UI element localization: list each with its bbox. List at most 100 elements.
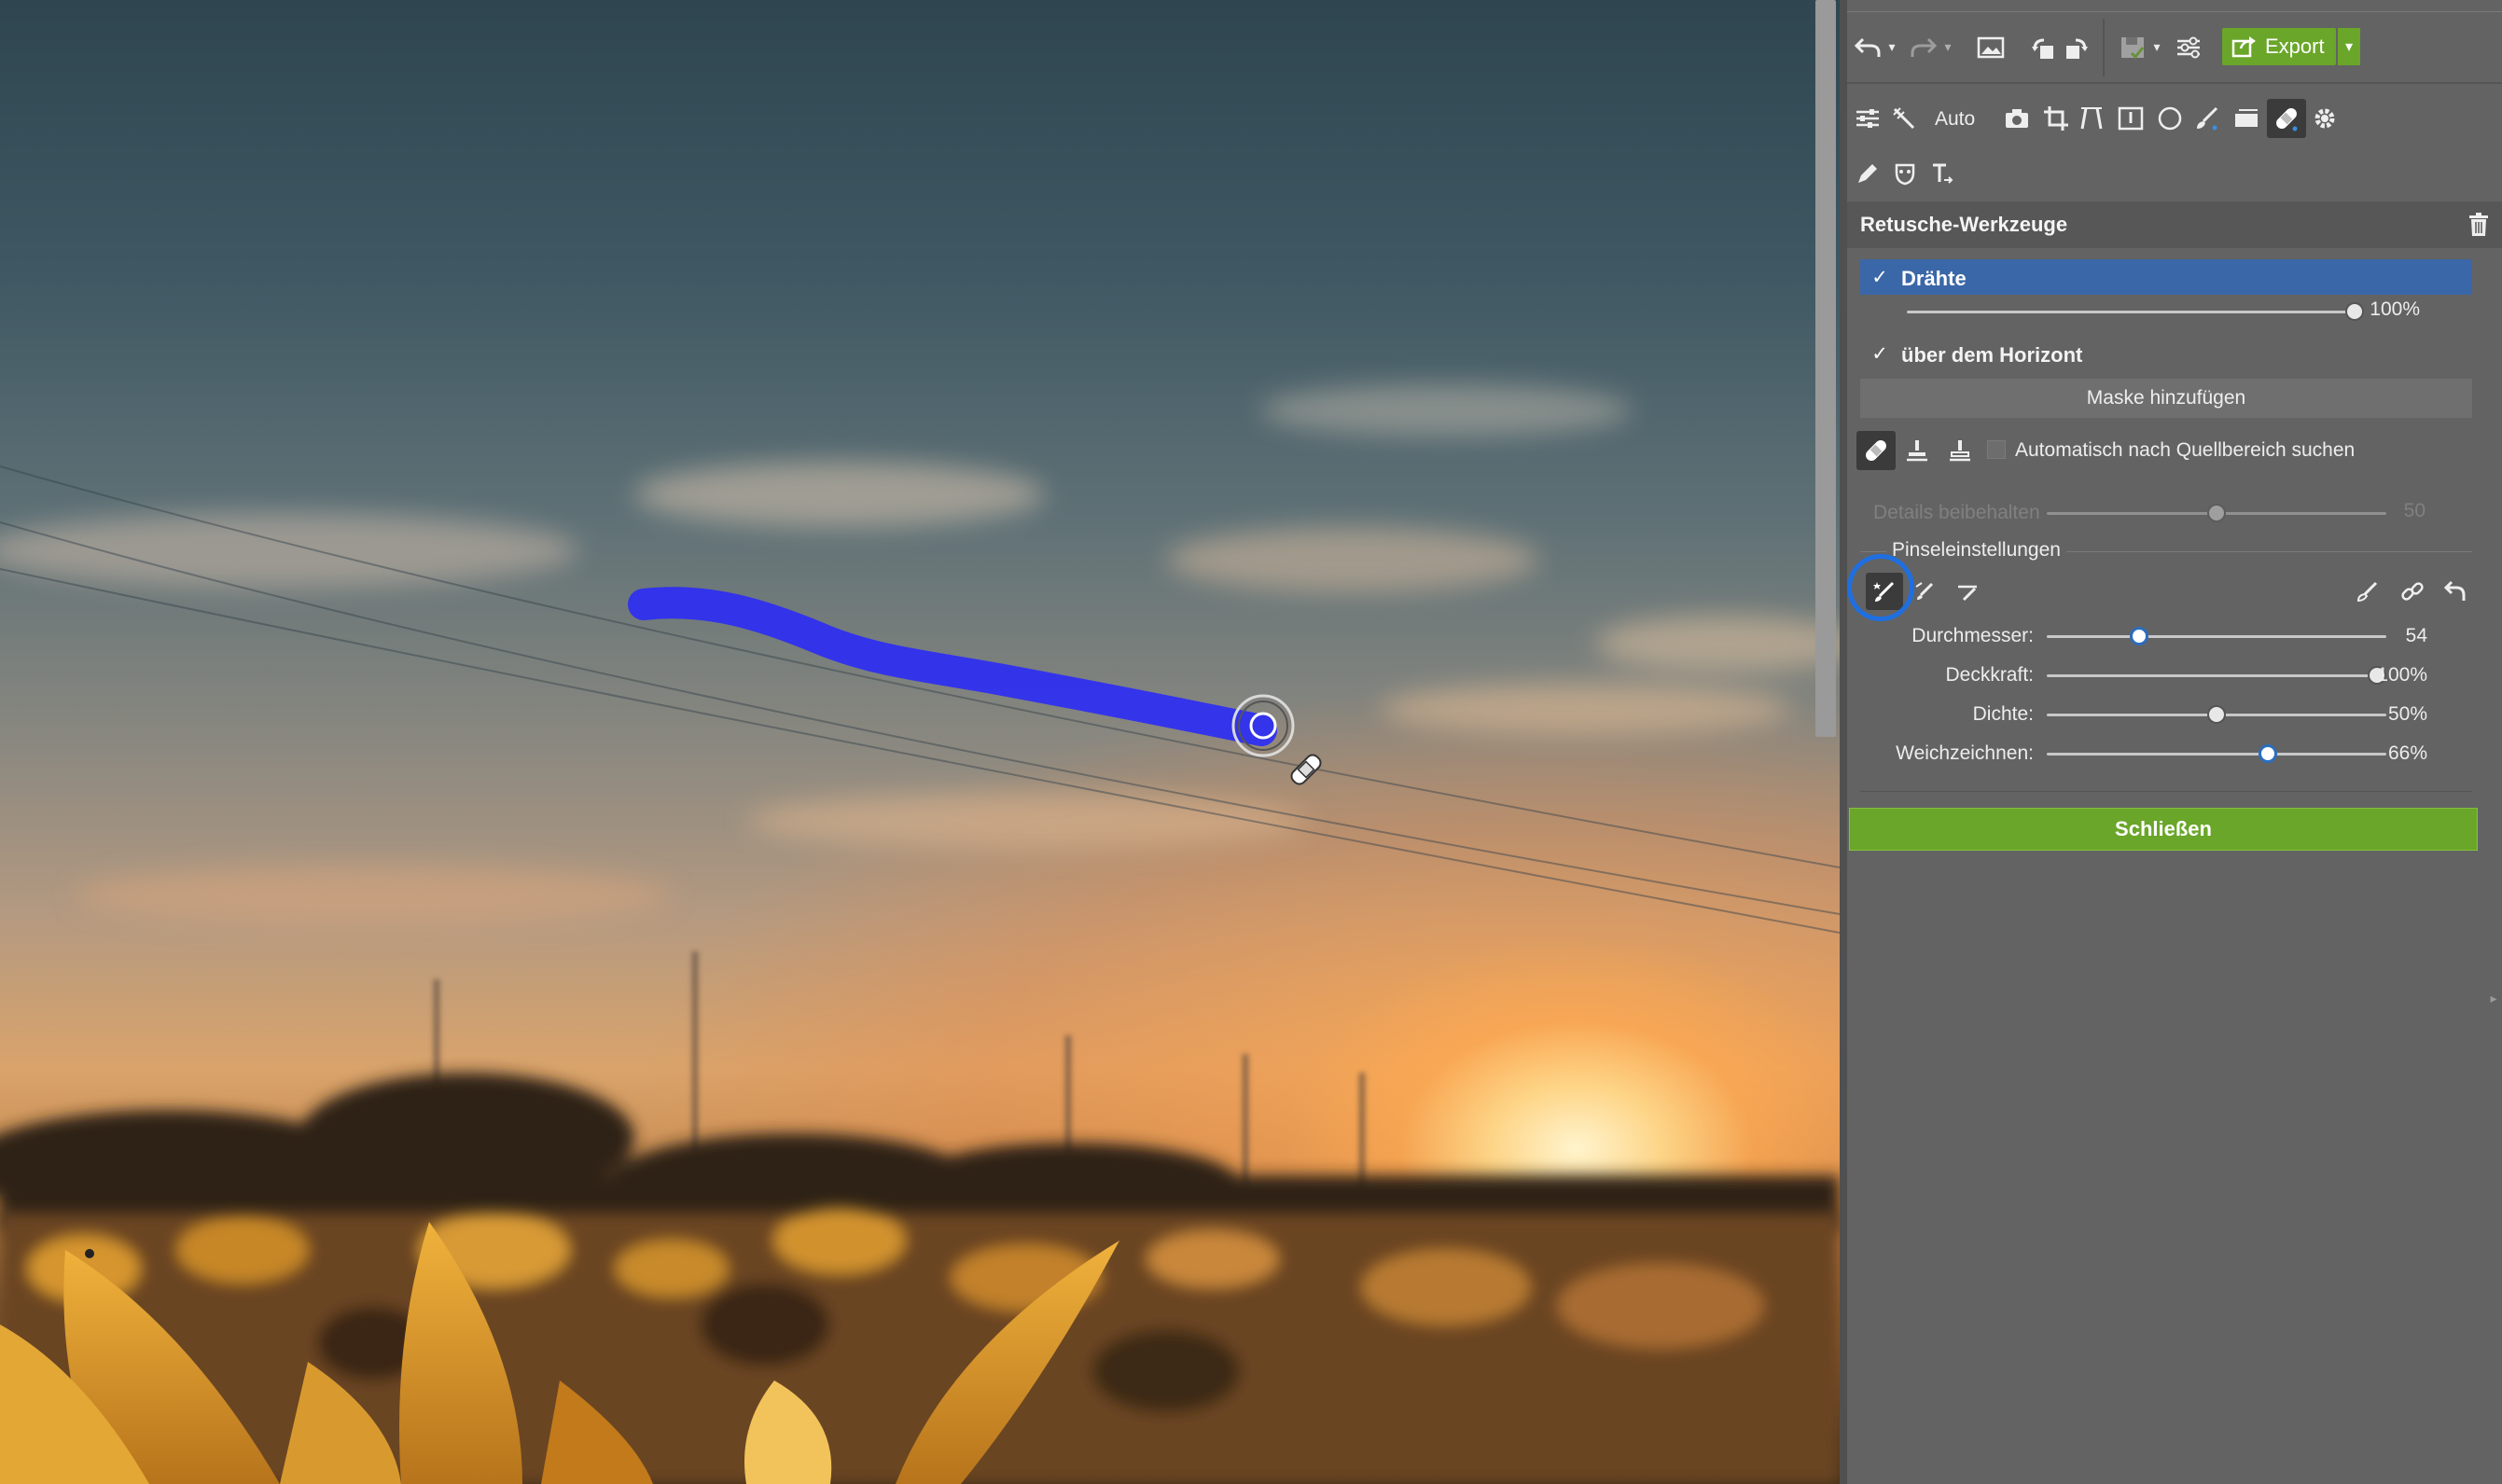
details-slider[interactable] bbox=[2047, 504, 2386, 522]
gear-icon[interactable] bbox=[2308, 103, 2342, 134]
density-slider[interactable] bbox=[2047, 705, 2386, 724]
perspective-icon[interactable] bbox=[2075, 103, 2108, 134]
slider-knob[interactable] bbox=[2207, 504, 2226, 522]
layer-name: Drähte bbox=[1901, 267, 1967, 290]
mask-checkbox[interactable]: ✓ bbox=[1870, 343, 1890, 365]
tools-row-2 bbox=[1847, 155, 2502, 192]
layer-opacity-slider[interactable] bbox=[1907, 302, 2364, 321]
retouch-panel: ▾ ▾ ▾ Export ▾ Auto Retusche-Werkzeuge ✓… bbox=[1847, 0, 2502, 1484]
undo-icon[interactable] bbox=[1849, 32, 1886, 63]
slider-track bbox=[1907, 311, 2364, 313]
magic-wand-icon[interactable] bbox=[1888, 103, 1920, 134]
export-button[interactable]: Export bbox=[2222, 28, 2336, 65]
slider-label: Durchmesser: bbox=[1911, 625, 2034, 646]
export-dropdown-button[interactable]: ▾ bbox=[2338, 28, 2360, 65]
rotate-right-icon[interactable] bbox=[2058, 32, 2095, 63]
layer-opacity-value: 100% bbox=[2370, 298, 2420, 320]
clone-source-icon[interactable] bbox=[1942, 433, 1978, 468]
layer-row-draehte[interactable]: ✓ Drähte bbox=[1860, 259, 2472, 295]
image-icon[interactable] bbox=[1972, 32, 2009, 63]
redo-icon[interactable] bbox=[1905, 32, 1942, 63]
brush-icon[interactable] bbox=[2190, 103, 2224, 134]
save-dropdown-icon[interactable]: ▾ bbox=[2149, 39, 2164, 54]
settings-sliders-icon[interactable] bbox=[2170, 32, 2207, 63]
slider-row-opacity: Deckkraft: 100% bbox=[1847, 662, 2502, 690]
auto-search-checkbox[interactable] bbox=[1987, 440, 2006, 459]
adjustments-icon[interactable] bbox=[1851, 103, 1884, 134]
brush-eraser-icon[interactable] bbox=[2351, 575, 2384, 608]
details-label: Details beibehalten bbox=[1873, 502, 2040, 523]
slider-track bbox=[2047, 674, 2386, 677]
tree-line bbox=[0, 1073, 1840, 1236]
highlight-ring bbox=[1847, 554, 1914, 621]
gradient-icon[interactable] bbox=[2230, 103, 2263, 134]
slider-knob[interactable] bbox=[2130, 627, 2149, 645]
slider-knob[interactable] bbox=[2345, 302, 2364, 321]
layer-checkbox[interactable]: ✓ bbox=[1870, 267, 1890, 288]
brush-mode-row bbox=[1847, 554, 2502, 621]
link-icon[interactable] bbox=[2396, 575, 2429, 608]
section-title: Retusche-Werkzeuge bbox=[1860, 213, 2068, 236]
clone-stamp-icon[interactable] bbox=[1899, 433, 1935, 468]
save-icon[interactable] bbox=[2114, 32, 2151, 63]
slider-track bbox=[2047, 635, 2386, 638]
frame-icon[interactable] bbox=[2114, 103, 2148, 134]
slider-track bbox=[2047, 753, 2386, 756]
rotate-left-icon[interactable] bbox=[2024, 32, 2062, 63]
mask-row[interactable]: ✓ über dem Horizont bbox=[1860, 338, 2472, 371]
add-mask-button[interactable]: Maske hinzufügen bbox=[1860, 379, 2472, 418]
tools-row: Auto bbox=[1847, 97, 2502, 140]
slider-knob[interactable] bbox=[2207, 705, 2226, 724]
top-rule bbox=[1847, 11, 2502, 12]
retouch-mode-row: Automatisch nach Quellbereich suchen bbox=[1847, 431, 2502, 470]
trash-icon[interactable] bbox=[2463, 209, 2495, 241]
pen-icon[interactable] bbox=[1851, 159, 1884, 188]
slider-label: Dichte: bbox=[1972, 703, 2034, 725]
slider-row-density: Dichte: 50% bbox=[1847, 701, 2502, 729]
mask-name: über dem Horizont bbox=[1901, 343, 2083, 367]
main-toolbar: ▾ ▾ ▾ Export ▾ bbox=[1847, 19, 2502, 76]
slider-label: Deckkraft: bbox=[1945, 664, 2034, 686]
mask-icon[interactable] bbox=[1888, 159, 1922, 188]
feather-slider[interactable] bbox=[2047, 744, 2386, 763]
export-icon bbox=[2231, 35, 2258, 58]
slider-value: 50% bbox=[2387, 703, 2427, 725]
reset-arrow-icon[interactable] bbox=[2439, 575, 2472, 608]
slider-row-diameter: Durchmesser: 54 bbox=[1847, 623, 2502, 651]
diameter-slider[interactable] bbox=[2047, 627, 2386, 645]
straight-line-icon[interactable] bbox=[1952, 575, 1985, 608]
redo-dropdown-icon[interactable]: ▾ bbox=[1940, 39, 1955, 54]
toolbar-separator bbox=[2103, 19, 2105, 76]
slider-row-feather: Weichzeichnen: 66% bbox=[1847, 741, 2502, 769]
close-button[interactable]: Schließen bbox=[1849, 808, 2478, 851]
slider-knob[interactable] bbox=[2259, 744, 2278, 763]
slider-value: 100% bbox=[2377, 664, 2427, 686]
heal-mode-icon[interactable] bbox=[1856, 431, 1896, 470]
retouch-brush-stroke bbox=[628, 587, 1277, 746]
slider-value: 66% bbox=[2387, 742, 2427, 764]
export-label: Export bbox=[2265, 35, 2325, 58]
crop-icon[interactable] bbox=[2039, 103, 2073, 134]
panel-divider[interactable] bbox=[1840, 0, 1847, 1484]
auto-label[interactable]: Auto bbox=[1935, 108, 1975, 131]
vertical-scrollbar[interactable] bbox=[1815, 0, 1836, 737]
photo-canvas[interactable] bbox=[0, 0, 1840, 1484]
undo-dropdown-icon[interactable]: ▾ bbox=[1884, 39, 1899, 54]
photo-scene bbox=[0, 384, 1840, 1484]
toolbar-rule bbox=[1847, 82, 2502, 84]
panel-collapse-icon[interactable]: ▸ bbox=[2487, 987, 2500, 1009]
close-label: Schließen bbox=[2115, 817, 2212, 840]
add-mask-label: Maske hinzufügen bbox=[2086, 387, 2246, 409]
retouch-tool-icon[interactable] bbox=[2267, 99, 2306, 138]
details-value: 50 bbox=[2403, 500, 2426, 521]
section-header: Retusche-Werkzeuge bbox=[1847, 201, 2502, 248]
camera-icon[interactable] bbox=[2000, 103, 2034, 134]
text-icon[interactable] bbox=[1925, 159, 1959, 188]
slider-value: 54 bbox=[2405, 625, 2427, 646]
circle-icon[interactable] bbox=[2153, 103, 2187, 134]
opacity-slider[interactable] bbox=[2047, 666, 2386, 685]
auto-search-label: Automatisch nach Quellbereich suchen bbox=[2015, 439, 2356, 461]
slider-label: Weichzeichnen: bbox=[1896, 742, 2034, 764]
line-brush-icon[interactable] bbox=[1909, 575, 1942, 608]
brush-settings-heading: Pinseleinstellungen bbox=[1886, 539, 2066, 562]
